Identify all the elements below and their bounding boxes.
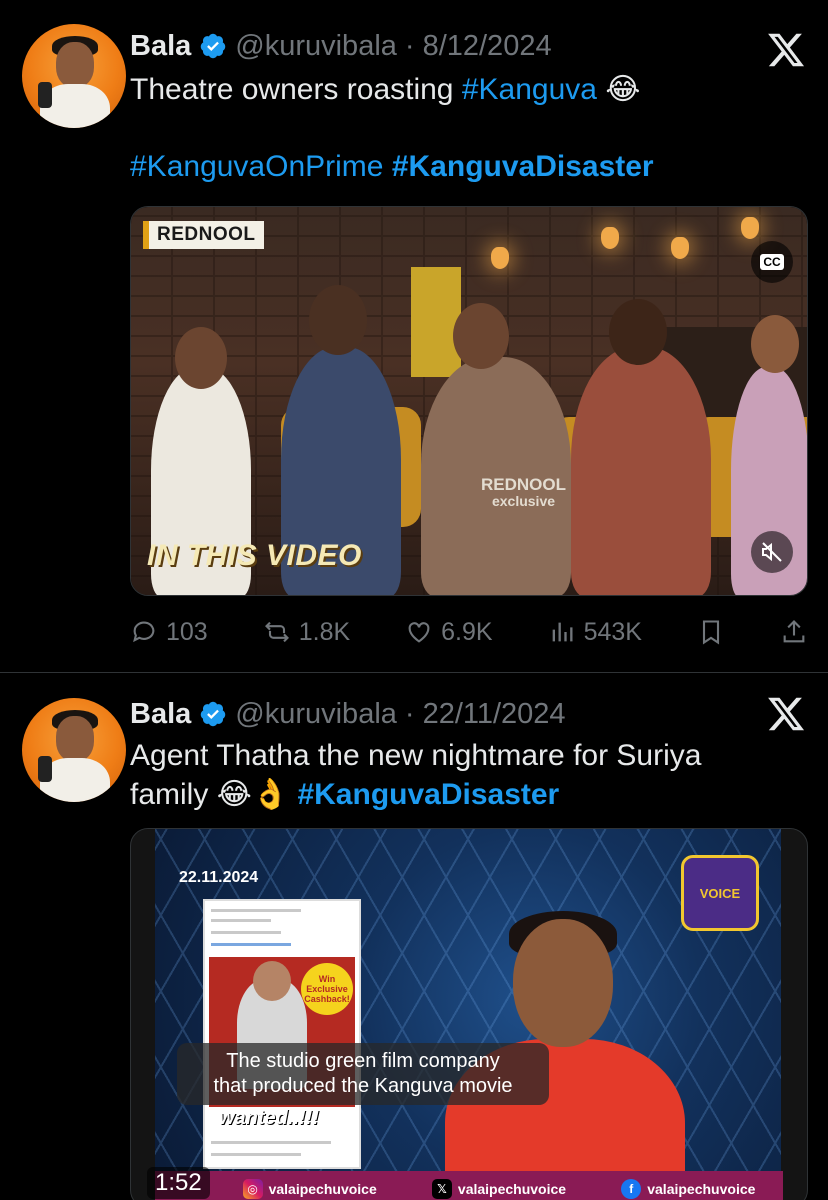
hashtag-link[interactable]: #KanguvaDisaster bbox=[392, 150, 654, 183]
author-avatar[interactable] bbox=[22, 698, 126, 802]
instagram-icon: ◎ bbox=[242, 1179, 263, 1199]
x-logo-icon: 𝕏 bbox=[431, 1179, 452, 1199]
bookmark-icon bbox=[702, 620, 720, 645]
verified-badge-icon bbox=[201, 701, 226, 727]
tweet-text-line: family bbox=[130, 778, 209, 811]
social-handles-strip: ◎ valaipechuvoice 𝕏 valaipechuvoice f va… bbox=[155, 1171, 783, 1200]
x-logo-icon[interactable] bbox=[766, 694, 806, 734]
facebook-icon: f bbox=[621, 1179, 642, 1199]
hashtag-link[interactable]: #KanguvaDisaster bbox=[297, 778, 559, 811]
reply-button[interactable]: 103 bbox=[130, 618, 208, 647]
views-icon bbox=[552, 622, 573, 642]
tweet-header: Bala @kuruvibala · 22/11/2024 bbox=[130, 694, 566, 734]
like-count: 6.9K bbox=[441, 617, 493, 646]
x-logo-icon[interactable] bbox=[766, 30, 806, 70]
emoji: 😂👌 bbox=[216, 778, 290, 811]
retweet-button[interactable]: 1.8K bbox=[263, 618, 350, 647]
author-handle[interactable]: @kuruvibala bbox=[235, 30, 397, 63]
tweet-text-line: Theatre owners roasting bbox=[130, 73, 454, 106]
tweet-1[interactable]: Bala @kuruvibala · 8/12/2024 Theatre own… bbox=[0, 0, 828, 670]
tweet-text: Theatre owners roasting #Kanguva 😂 #Kang… bbox=[130, 70, 790, 186]
video-frame: 22.11.2024 VOICE Win Exclusive Cashback!… bbox=[155, 829, 781, 1200]
tweet-actions: 103 1.8K 6.9K 543K bbox=[130, 612, 808, 652]
tweet-date[interactable]: 22/11/2024 bbox=[423, 698, 566, 731]
video-duration: 1:52 bbox=[147, 1167, 210, 1199]
x-handle: 𝕏 valaipechuvoice bbox=[431, 1179, 566, 1199]
video-date: 22.11.2024 bbox=[179, 869, 259, 886]
author-avatar[interactable] bbox=[22, 24, 126, 128]
instagram-handle: ◎ valaipechuvoice bbox=[242, 1179, 377, 1199]
mute-icon[interactable] bbox=[751, 531, 793, 573]
video-caption: IN THIS VIDEO bbox=[147, 539, 362, 572]
video-player[interactable]: 22.11.2024 VOICE Win Exclusive Cashback!… bbox=[130, 828, 808, 1200]
channel-logo: VOICE bbox=[681, 855, 759, 931]
tweet-date[interactable]: 8/12/2024 bbox=[423, 30, 552, 63]
tweet-screenshot-inset: Win Exclusive Cashback! wanted..!!! bbox=[203, 899, 361, 1169]
separator-dot: · bbox=[404, 697, 415, 730]
share-icon bbox=[783, 620, 805, 643]
video-player[interactable]: REDNOOL REDNOOL exclusive IN THIS VIDEO … bbox=[130, 206, 808, 596]
share-button[interactable] bbox=[780, 618, 808, 646]
like-icon bbox=[408, 622, 430, 643]
bookmark-button[interactable] bbox=[697, 618, 725, 646]
separator-dot: · bbox=[404, 29, 415, 62]
reply-icon bbox=[133, 621, 155, 643]
like-button[interactable]: 6.9K bbox=[405, 617, 493, 647]
video-frame: REDNOOL REDNOOL exclusive IN THIS VIDEO bbox=[131, 207, 807, 595]
tweet-2[interactable]: Bala @kuruvibala · 22/11/2024 Agent That… bbox=[0, 672, 828, 1200]
views-button[interactable]: 543K bbox=[548, 618, 642, 647]
tweet-text-line: Agent Thatha the new nightmare for Suriy… bbox=[130, 739, 702, 772]
retweet-count: 1.8K bbox=[298, 617, 351, 646]
verified-badge-icon bbox=[201, 33, 226, 59]
reply-count: 103 bbox=[166, 617, 208, 646]
retweet-icon bbox=[264, 621, 289, 643]
hashtag-link[interactable]: #KanguvaOnPrime bbox=[130, 150, 383, 183]
tweet-text: Agent Thatha the new nightmare for Suriy… bbox=[130, 736, 790, 814]
author-handle[interactable]: @kuruvibala bbox=[235, 698, 397, 731]
author-name[interactable]: Bala bbox=[130, 30, 191, 63]
emoji: 😂 bbox=[605, 73, 641, 106]
video-watermark: REDNOOL exclusive bbox=[481, 475, 566, 509]
rednool-badge: REDNOOL bbox=[143, 221, 264, 249]
hashtag-link[interactable]: #Kanguva bbox=[462, 73, 597, 106]
views-count: 543K bbox=[583, 617, 642, 646]
author-name[interactable]: Bala bbox=[130, 698, 191, 731]
video-subtitle: The studio green film company that produ… bbox=[177, 1043, 549, 1105]
facebook-handle: f valaipechuvoice bbox=[621, 1179, 755, 1199]
tweet-header: Bala @kuruvibala · 8/12/2024 bbox=[130, 26, 552, 66]
cc-icon[interactable]: CC bbox=[751, 241, 793, 283]
